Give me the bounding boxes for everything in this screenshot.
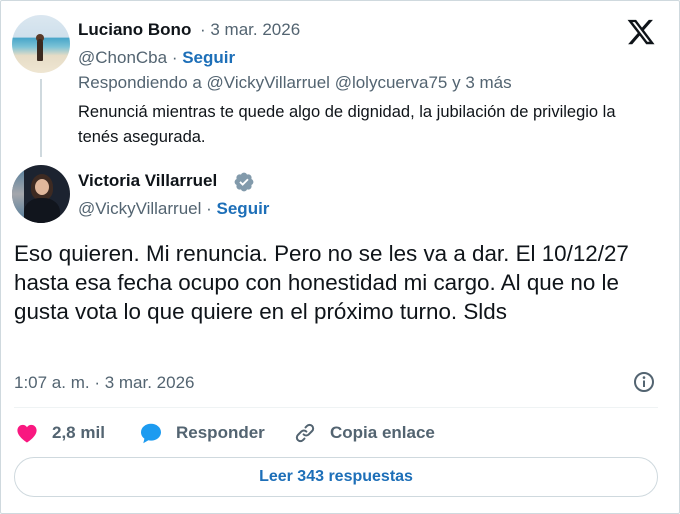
thread-line — [40, 79, 42, 157]
author-handle-row: @VickyVillarruel · Seguir — [78, 199, 269, 219]
author-name[interactable]: Victoria Villarruel — [78, 171, 217, 191]
replying-prefix: Respondiendo a — [78, 73, 207, 92]
tweet-text: Eso quieren. Mi renuncia. Pero no se les… — [14, 241, 629, 324]
reply-follow-button[interactable]: Seguir — [182, 48, 235, 67]
tweet-embed-card: Luciano Bono · 3 mar. 2026 @ChonCba · Se… — [0, 0, 680, 514]
divider — [14, 407, 658, 408]
author-avatar[interactable] — [12, 165, 70, 223]
like-button[interactable]: 2,8 mil — [14, 420, 105, 446]
speech-bubble-icon — [141, 423, 161, 444]
handle-separator: · — [201, 199, 217, 218]
author-handle[interactable]: @VickyVillarruel — [78, 199, 201, 218]
info-icon[interactable] — [632, 370, 656, 394]
follow-button[interactable]: Seguir — [217, 199, 270, 218]
reply-date[interactable]: · 3 mar. 2026 — [200, 20, 300, 40]
reply-author-name[interactable]: Luciano Bono — [78, 20, 191, 40]
replying-suffix[interactable]: y 3 más — [447, 73, 512, 92]
like-count: 2,8 mil — [52, 423, 105, 442]
replying-to: Respondiendo a @VickyVillarruel @lolycue… — [78, 73, 512, 93]
handle-separator: · — [167, 48, 183, 67]
reply-author-avatar[interactable] — [12, 15, 70, 73]
copy-link-button[interactable]: Copia enlace — [292, 420, 435, 446]
heart-icon — [17, 424, 37, 443]
reply-label: Responder — [176, 423, 265, 442]
copy-link-label: Copia enlace — [330, 423, 435, 442]
replying-mention-1[interactable]: @VickyVillarruel — [207, 73, 330, 92]
reply-author-handle[interactable]: @ChonCba — [78, 48, 167, 67]
link-icon — [295, 423, 315, 443]
verified-badge-icon — [234, 172, 254, 192]
x-logo-icon[interactable] — [625, 17, 657, 47]
tweet-timestamp[interactable]: 1:07 a. m. · 3 mar. 2026 — [14, 373, 194, 393]
reply-button[interactable]: Responder — [138, 420, 265, 446]
reply-handle-row: @ChonCba · Seguir — [78, 48, 235, 68]
reply-text: Renunciá mientras te quede algo de digni… — [78, 103, 616, 146]
read-replies-button[interactable]: Leer 343 respuestas — [14, 457, 658, 497]
replying-mention-2[interactable]: @lolycuerva75 — [335, 73, 448, 92]
